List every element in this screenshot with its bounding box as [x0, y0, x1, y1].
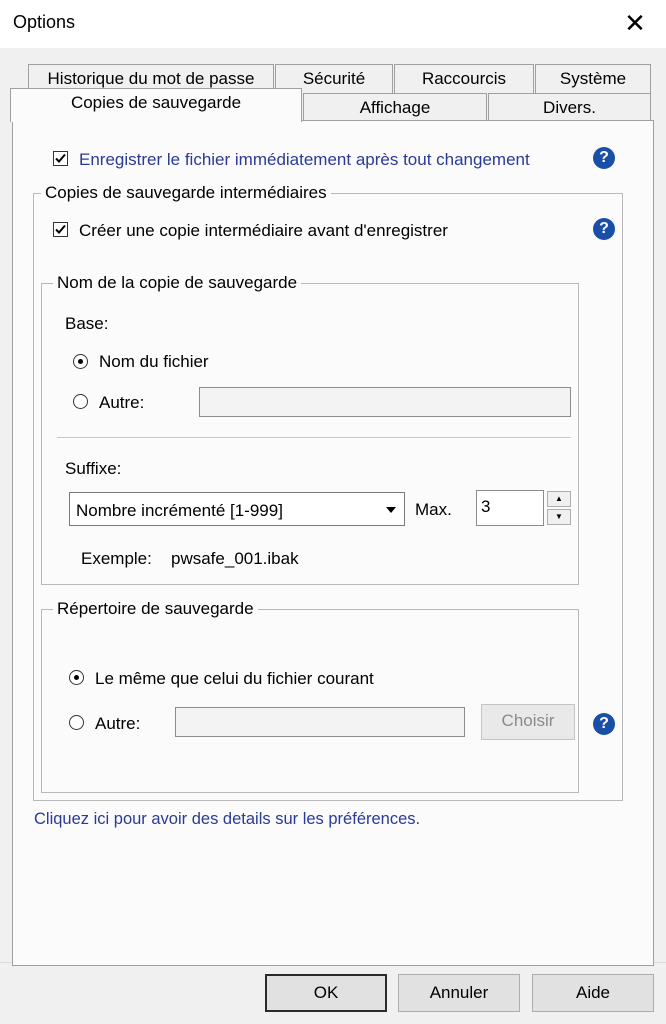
- tab-label: Historique du mot de passe: [47, 69, 255, 88]
- other-base-field[interactable]: [199, 387, 571, 417]
- max-input[interactable]: 3: [476, 490, 544, 526]
- backup-dir-legend: Répertoire de sauvegarde: [53, 599, 258, 619]
- tab-divers[interactable]: Divers.: [488, 93, 651, 123]
- max-spinner[interactable]: ▲ ▼: [547, 491, 571, 525]
- radio-same-dir-label[interactable]: Le même que celui du fichier courant: [95, 669, 374, 689]
- tab-raccourcis[interactable]: Raccourcis: [394, 64, 534, 94]
- create-copy-checkbox[interactable]: [53, 222, 68, 237]
- dropdown-arrow-icon[interactable]: [380, 495, 402, 525]
- checkmark-icon: [55, 224, 66, 234]
- example-label: Exemple:: [81, 549, 152, 568]
- window-title: Options: [13, 12, 76, 32]
- backup-dir-group: [41, 609, 579, 793]
- ok-button[interactable]: OK: [265, 974, 387, 1012]
- help-icon[interactable]: ?: [593, 147, 615, 169]
- suffix-label: Suffixe:: [65, 459, 122, 478]
- tab-label: Sécurité: [302, 69, 366, 88]
- preferences-help-link[interactable]: Cliquez ici pour avoir des details sur l…: [34, 810, 420, 829]
- help-icon[interactable]: ?: [593, 218, 615, 240]
- max-value: 3: [481, 497, 491, 516]
- spin-down-icon[interactable]: ▼: [547, 509, 571, 525]
- tab-label: Système: [559, 69, 627, 88]
- title-bar: Options ✕: [0, 0, 666, 48]
- cancel-button[interactable]: Annuler: [398, 974, 520, 1012]
- example-value: pwsafe_001.ibak: [171, 549, 299, 568]
- suffix-dropdown-value: Nombre incrémenté [1-999]: [76, 501, 283, 520]
- spin-up-icon[interactable]: ▲: [547, 491, 571, 507]
- backup-name-legend: Nom de la copie de sauvegarde: [53, 273, 302, 293]
- save-immediately-checkbox[interactable]: [53, 151, 68, 166]
- radio-nom-fichier-label[interactable]: Nom du fichier: [99, 352, 209, 372]
- tab-panel: Enregistrer le fichier immédiatement apr…: [12, 120, 654, 966]
- tab-affichage[interactable]: Affichage: [303, 93, 487, 123]
- base-label: Base:: [65, 314, 109, 333]
- separator: [57, 437, 571, 439]
- checkmark-icon: [55, 153, 66, 163]
- create-copy-label[interactable]: Créer une copie intermédiaire avant d'en…: [79, 221, 448, 241]
- tab-systeme[interactable]: Système: [535, 64, 651, 94]
- save-immediately-label[interactable]: Enregistrer le fichier immédiatement apr…: [79, 150, 530, 170]
- radio-nom-fichier[interactable]: [73, 354, 88, 369]
- radio-autre-dir[interactable]: [69, 715, 84, 730]
- intermediate-copies-legend: Copies de sauvegarde intermédiaires: [41, 183, 331, 203]
- tab-label: Divers.: [543, 98, 596, 117]
- tab-label: Copies de sauvegarde: [70, 93, 242, 112]
- close-icon[interactable]: ✕: [618, 6, 652, 40]
- help-icon[interactable]: ?: [593, 713, 615, 735]
- radio-same-dir[interactable]: [69, 670, 84, 685]
- tab-copies-sauvegarde[interactable]: Copies de sauvegarde: [10, 88, 302, 122]
- max-label: Max.: [415, 500, 452, 519]
- help-button[interactable]: Aide: [532, 974, 654, 1012]
- tab-label: Raccourcis: [421, 69, 507, 88]
- radio-autre-dir-label[interactable]: Autre:: [95, 714, 140, 734]
- tab-label: Affichage: [359, 98, 431, 117]
- suffix-dropdown[interactable]: Nombre incrémenté [1-999]: [69, 492, 405, 526]
- backup-name-group: [41, 283, 579, 585]
- radio-autre-base[interactable]: [73, 394, 88, 409]
- other-dir-field[interactable]: [175, 707, 465, 737]
- choose-button[interactable]: Choisir: [481, 704, 575, 740]
- radio-autre-base-label[interactable]: Autre:: [99, 393, 144, 413]
